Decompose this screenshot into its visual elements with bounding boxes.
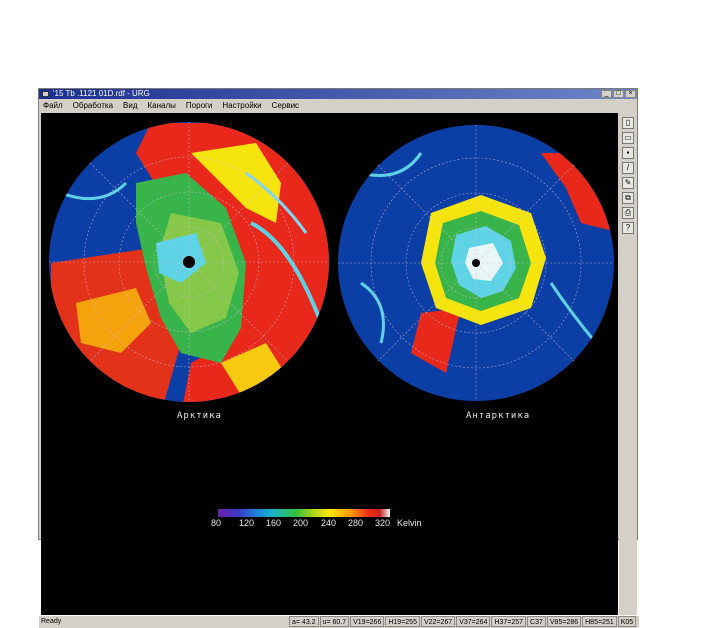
arctic-label: Арктика [177,411,222,421]
pencil-icon[interactable]: ✎ [622,177,634,189]
status-cell: C37 [527,616,546,627]
arctic-map [49,122,329,402]
colorbar-tick: 280 [348,518,364,528]
window-controls: _ □ × [601,90,636,98]
menu-service[interactable]: Сервис [272,101,299,110]
status-cell: K05 [617,616,637,627]
copy-icon[interactable]: ⧉ [622,192,634,204]
status-bar: Ready a= 43.2 u= 60.7 V19=266 H19=255 V2… [39,616,639,628]
status-cell: H85=251 [582,616,617,627]
colorbar-ticks: 80 120 160 200 240 280 320 Kelvin [211,518,451,530]
window-title: '15 Tb .1121 01D.rdf - URG [53,89,150,98]
status-cell: H37=257 [491,616,527,627]
save-icon[interactable]: ▪ [622,147,634,159]
menu-view[interactable]: Вид [123,101,137,110]
status-cell: u= 60.7 [319,616,350,627]
temperature-colorbar [218,509,390,517]
menu-file[interactable]: Файл [43,101,63,110]
maximize-button[interactable]: □ [613,90,624,98]
colorbar-tick: 200 [293,518,309,528]
new-file-icon[interactable]: ▯ [622,117,634,129]
status-cell: V22=267 [420,616,456,627]
status-cell: V37=264 [456,616,491,627]
status-cell: H19=255 [385,616,420,627]
colorbar-tick: 240 [321,518,337,528]
colorbar-tick: 80 [211,518,222,528]
draw-line-icon[interactable]: / [622,162,634,174]
menu-channels[interactable]: Каналы [148,101,176,110]
menu-processing[interactable]: Обработка [73,101,113,110]
status-cell: V19=266 [350,616,385,627]
menu-thresholds[interactable]: Пороги [186,101,212,110]
colorbar-unit: Kelvin [397,518,422,528]
colorbar-tick: 160 [266,518,282,528]
menu-settings[interactable]: Настройки [222,101,261,110]
antarctic-map [338,125,614,401]
help-icon[interactable]: ? [622,222,634,234]
app-window: '15 Tb .1121 01D.rdf - URG _ □ × Файл Об… [38,88,639,628]
colorbar-tick: 120 [239,518,255,528]
menu-bar: Файл Обработка Вид Каналы Пороги Настрой… [39,99,637,111]
close-button[interactable]: × [625,90,636,98]
status-ready: Ready [41,618,62,625]
colorbar-tick: 320 [375,518,391,528]
app-icon [42,91,49,97]
minimize-button[interactable]: _ [601,90,612,98]
print-icon[interactable]: ⎙ [622,207,634,219]
status-cell: V85=286 [546,616,582,627]
open-icon[interactable]: ▭ [622,132,634,144]
title-bar[interactable]: '15 Tb .1121 01D.rdf - URG _ □ × [39,89,637,99]
status-cell: a= 43.2 [289,616,319,627]
status-cells: a= 43.2 u= 60.7 V19=266 H19=255 V22=267 … [289,616,637,627]
antarctic-label: Антарктика [466,411,531,421]
